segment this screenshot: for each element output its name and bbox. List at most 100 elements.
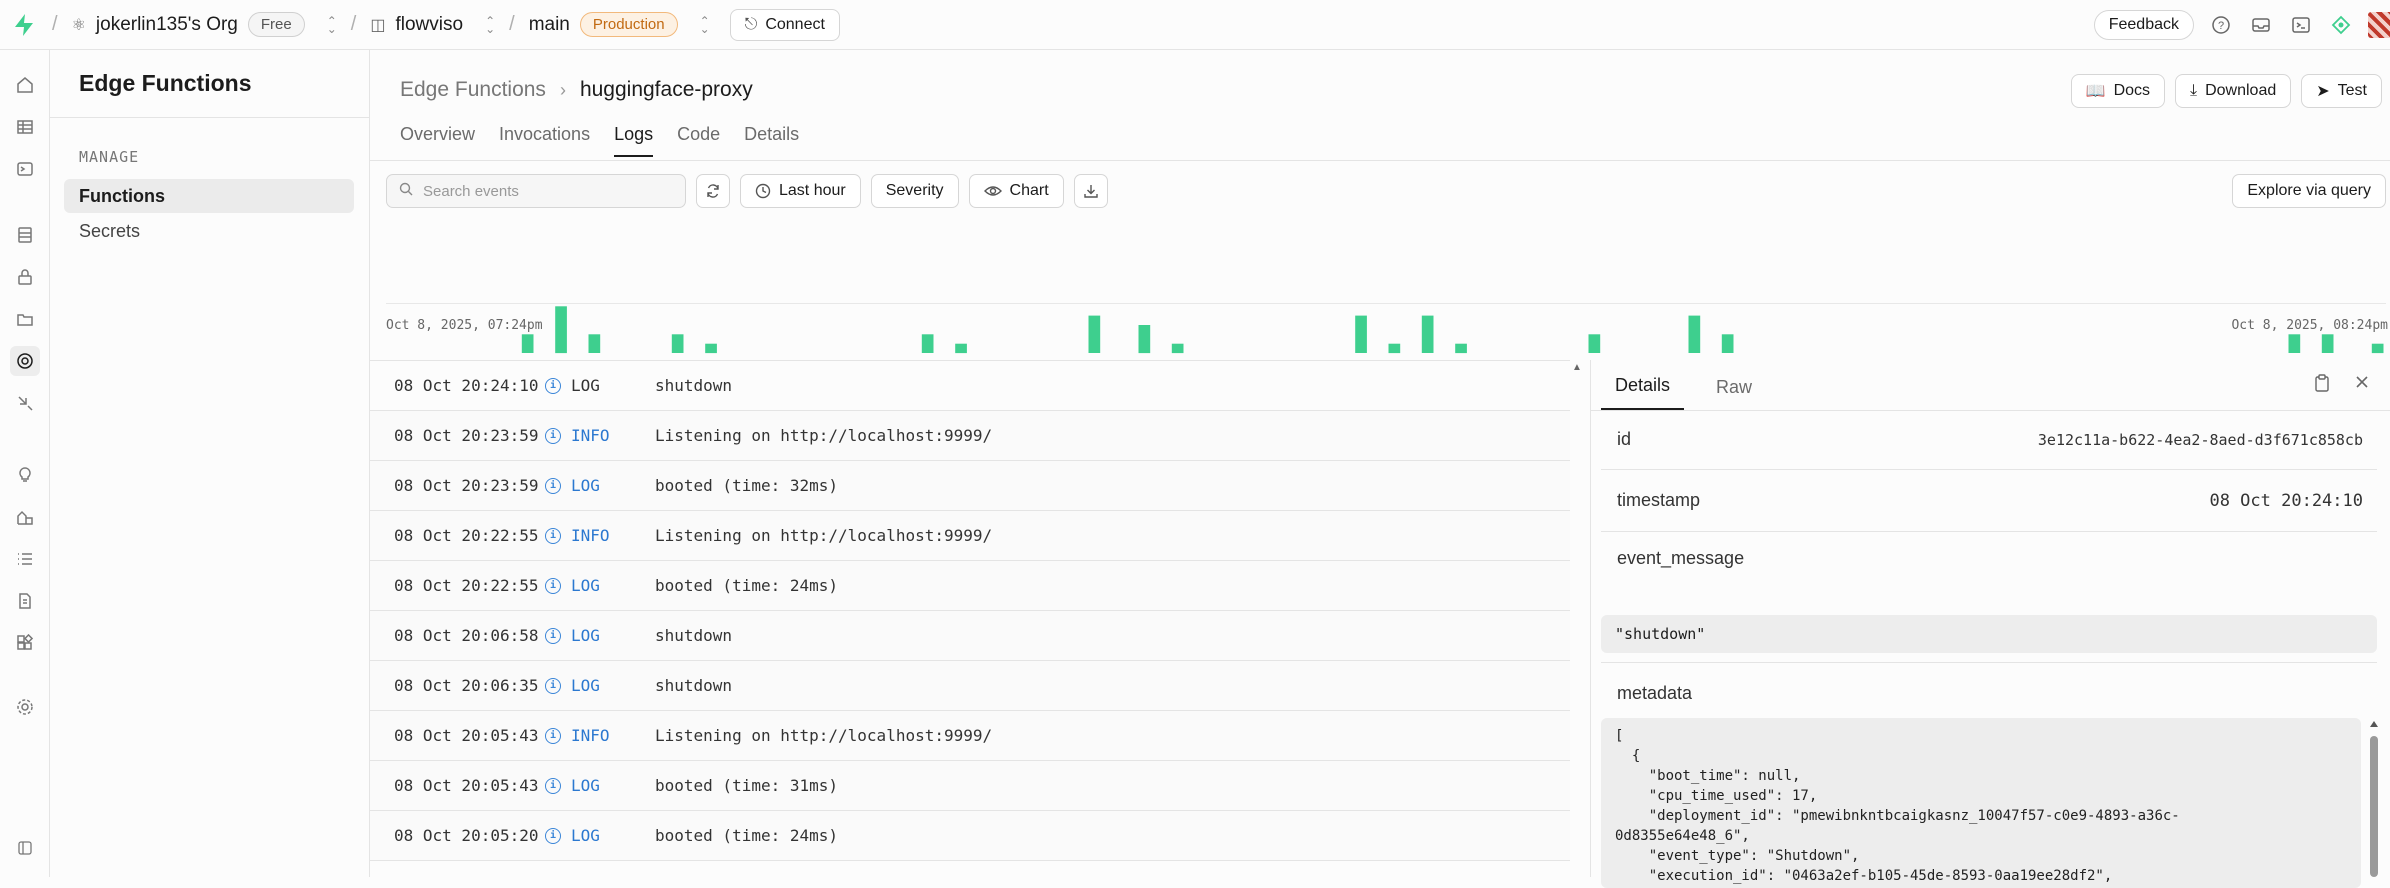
chart-bar[interactable] [1455,343,1467,354]
sql-editor-icon[interactable] [10,154,40,184]
api-docs-icon[interactable] [10,586,40,616]
tab-logs[interactable]: Logs [614,124,654,157]
log-level: i INFO [545,426,655,445]
chart-bar[interactable] [955,343,967,354]
log-row[interactable]: 08 Oct 20:24:10 i LOG shutdown [370,361,1570,411]
svg-text:?: ? [2218,20,2224,32]
download-icon [1083,185,1098,198]
tab-invocations[interactable]: Invocations [499,124,590,157]
chart-bar[interactable] [1421,315,1434,353]
chart-bar[interactable] [2321,334,2334,353]
chart-bar[interactable] [1688,315,1701,353]
edge-functions-icon[interactable] [10,346,40,376]
page-title: huggingface-proxy [579,78,753,101]
tab-details[interactable]: Details [744,124,799,157]
clipboard-icon[interactable] [2314,374,2330,397]
reports-icon[interactable] [10,502,40,532]
log-row[interactable]: 08 Oct 20:05:43 i LOG booted (time: 31ms) [370,761,1570,811]
test-button[interactable]: ➤ Test [2301,74,2382,108]
chart-bar[interactable] [1588,334,1601,353]
refresh-button[interactable] [696,174,730,208]
log-row[interactable]: 08 Oct 20:22:55 i INFO Listening on http://… [370,511,1570,561]
sidebar-item-functions[interactable]: Functions [64,179,354,213]
breadcrumb-parent[interactable]: Edge Functions [400,78,546,102]
log-level-label: LOG [571,776,600,795]
log-level: i LOG [545,676,655,695]
chart-toggle-button[interactable]: Chart [968,174,1064,208]
chart-bar[interactable] [2288,334,2301,353]
chart-bar[interactable] [705,343,717,354]
export-button[interactable] [1073,174,1108,208]
help-icon[interactable]: ? [2208,12,2234,38]
log-table: 08 Oct 20:24:10 i LOG shutdown 08 Oct 20:23:… [370,360,1570,877]
inbox-icon[interactable] [2248,12,2274,38]
explore-query-button[interactable]: Explore via query [2232,174,2386,208]
tab-code[interactable]: Code [677,124,720,157]
supabase-logo-icon[interactable] [10,11,38,39]
field-key: timestamp [1617,490,1701,510]
project-switcher[interactable]: ◫ flowviso ⌃ ⌄ [370,14,495,36]
chart-bar[interactable] [521,334,534,353]
org-switcher[interactable]: ⚛ jokerlin135's Org Free ⌃ ⌄ [72,12,337,37]
home-icon[interactable] [10,70,40,100]
log-row[interactable]: 08 Oct 20:22:55 i LOG booted (time: 24ms) [370,561,1570,611]
tab-raw-view[interactable]: Raw [1702,377,1766,410]
advisors-icon[interactable] [10,460,40,490]
chart-bar[interactable] [1721,334,1734,353]
chart-bar[interactable] [1088,315,1101,353]
log-row[interactable]: 08 Oct 20:23:59 i INFO Listening on http://… [370,411,1570,461]
docs-button[interactable]: 📖 Docs [2070,74,2166,108]
chart-bar[interactable] [2371,343,2384,354]
severity-button[interactable]: Severity [870,174,959,208]
chart-bar[interactable] [921,334,934,353]
feedback-button[interactable]: Feedback [2093,10,2194,40]
realtime-icon[interactable] [10,388,40,418]
sidebar-item-secrets[interactable]: Secrets [64,214,354,248]
tab-details-view[interactable]: Details [1601,375,1685,410]
storage-icon[interactable] [10,304,40,334]
integrations-icon[interactable] [10,628,40,658]
branch-switcher[interactable]: main Production ⌃ ⌄ [529,12,710,37]
logs-icon[interactable] [10,544,40,574]
log-row[interactable]: 08 Oct 20:23:59 i LOG booted (time: 32ms) [370,461,1570,511]
close-icon[interactable] [2354,374,2370,397]
user-avatar[interactable] [2368,12,2390,38]
connect-button[interactable]: ⎋ Connect [729,8,840,41]
chart-bar[interactable] [671,334,684,353]
terminal-icon[interactable] [2288,12,2314,38]
advisor-icon[interactable] [2328,12,2354,38]
log-level: i LOG [545,376,655,395]
metadata-scrollbar[interactable] [2369,718,2379,877]
chart-bar[interactable] [1388,343,1401,354]
project-name: flowviso [395,13,464,35]
log-row[interactable]: 08 Oct 20:05:20 i LOG booted (time: 24ms) [370,811,1570,861]
chart-bar[interactable] [555,306,567,354]
clock-icon [755,183,771,199]
chart-bar[interactable] [1355,315,1367,353]
log-level: i INFO [545,726,655,745]
detail-actions [2314,374,2370,397]
chart-bar[interactable] [1138,325,1151,354]
log-row[interactable]: 08 Oct 20:06:58 i LOG shutdown [370,611,1570,661]
collapse-sidebar-icon[interactable] [10,833,40,863]
scroll-up-icon[interactable]: ▲ [1572,362,1582,373]
chevron-updown-icon[interactable]: ⌃ ⌄ [485,15,495,35]
auth-icon[interactable] [10,262,40,292]
chart-bar[interactable] [1171,343,1184,354]
search-input[interactable]: Search events [386,174,686,208]
table-editor-icon[interactable] [10,112,40,142]
search-icon [399,182,413,200]
feedback-label: Feedback [2108,16,2179,33]
database-icon[interactable] [10,220,40,250]
log-row[interactable]: 08 Oct 20:06:35 i LOG shutdown [370,661,1570,711]
tab-overview[interactable]: Overview [400,124,475,157]
chevron-updown-icon[interactable]: ⌃ ⌄ [700,15,710,35]
chart-bar[interactable] [588,334,601,353]
product-sidebar: Edge Functions MANAGE Functions Secrets [50,50,370,877]
download-button[interactable]: ⤓ Download [2175,74,2292,108]
time-range-button[interactable]: Last hour [740,174,861,208]
log-timestamp: 08 Oct 20:23:59 [394,426,539,445]
settings-gear-icon[interactable] [10,692,40,722]
chevron-updown-icon[interactable]: ⌃ ⌄ [327,15,337,35]
log-row[interactable]: 08 Oct 20:05:43 i INFO Listening on http://… [370,711,1570,761]
